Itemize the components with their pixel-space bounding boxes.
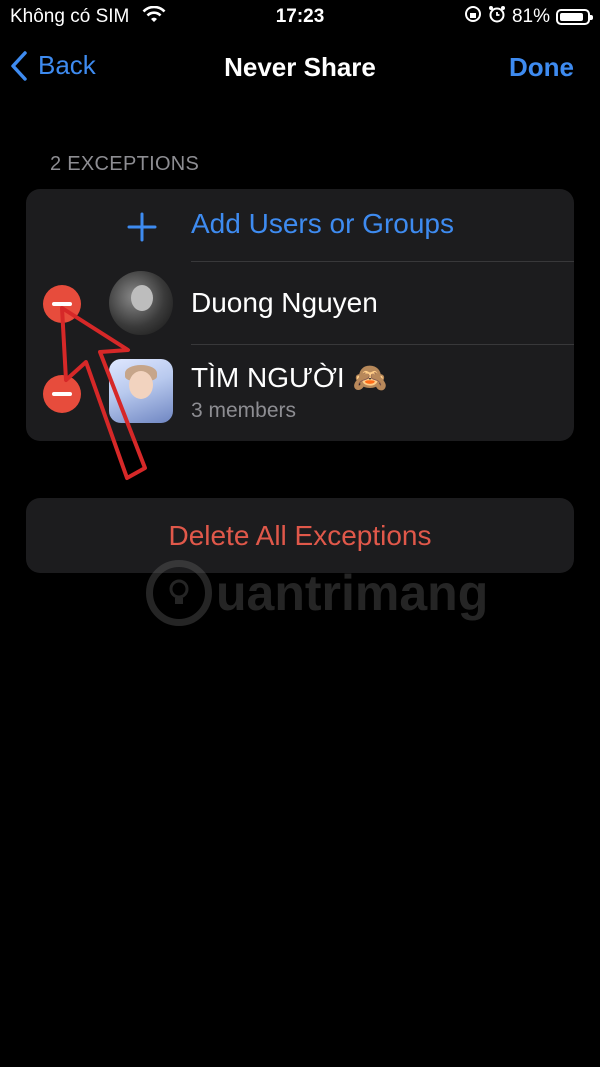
- done-button[interactable]: Done: [509, 52, 574, 83]
- remove-button[interactable]: [43, 375, 81, 413]
- battery-percent: 81%: [511, 6, 550, 27]
- add-users-label: Add Users or Groups: [191, 208, 454, 239]
- group-avatar: [109, 359, 173, 423]
- member-count: 3 members: [191, 399, 297, 422]
- watermark-text: uantrimang: [216, 565, 489, 621]
- navigation-bar: Back Never Share Done: [0, 44, 600, 92]
- add-users-row[interactable]: Add Users or Groups: [26, 189, 574, 261]
- plus-icon: [126, 211, 158, 248]
- lightbulb-logo-icon: [146, 560, 212, 626]
- watermark: uantrimang: [146, 560, 488, 626]
- divider: [191, 261, 574, 262]
- orientation-lock-icon: [464, 5, 482, 29]
- divider: [191, 344, 574, 345]
- status-bar: Không có SIM 17:23 81%: [0, 0, 600, 36]
- alarm-icon: [488, 5, 506, 29]
- exceptions-list: Add Users or Groups Duong Nguyen TÌM NGƯ…: [26, 189, 574, 441]
- exception-name: TÌM NGƯỜI 🙈: [191, 362, 388, 393]
- remove-button[interactable]: [43, 285, 81, 323]
- delete-all-label: Delete All Exceptions: [168, 520, 432, 551]
- battery-icon: [556, 9, 593, 25]
- exception-name: Duong Nguyen: [191, 287, 378, 318]
- avatar: [109, 271, 173, 335]
- section-header: 2 EXCEPTIONS: [50, 153, 200, 175]
